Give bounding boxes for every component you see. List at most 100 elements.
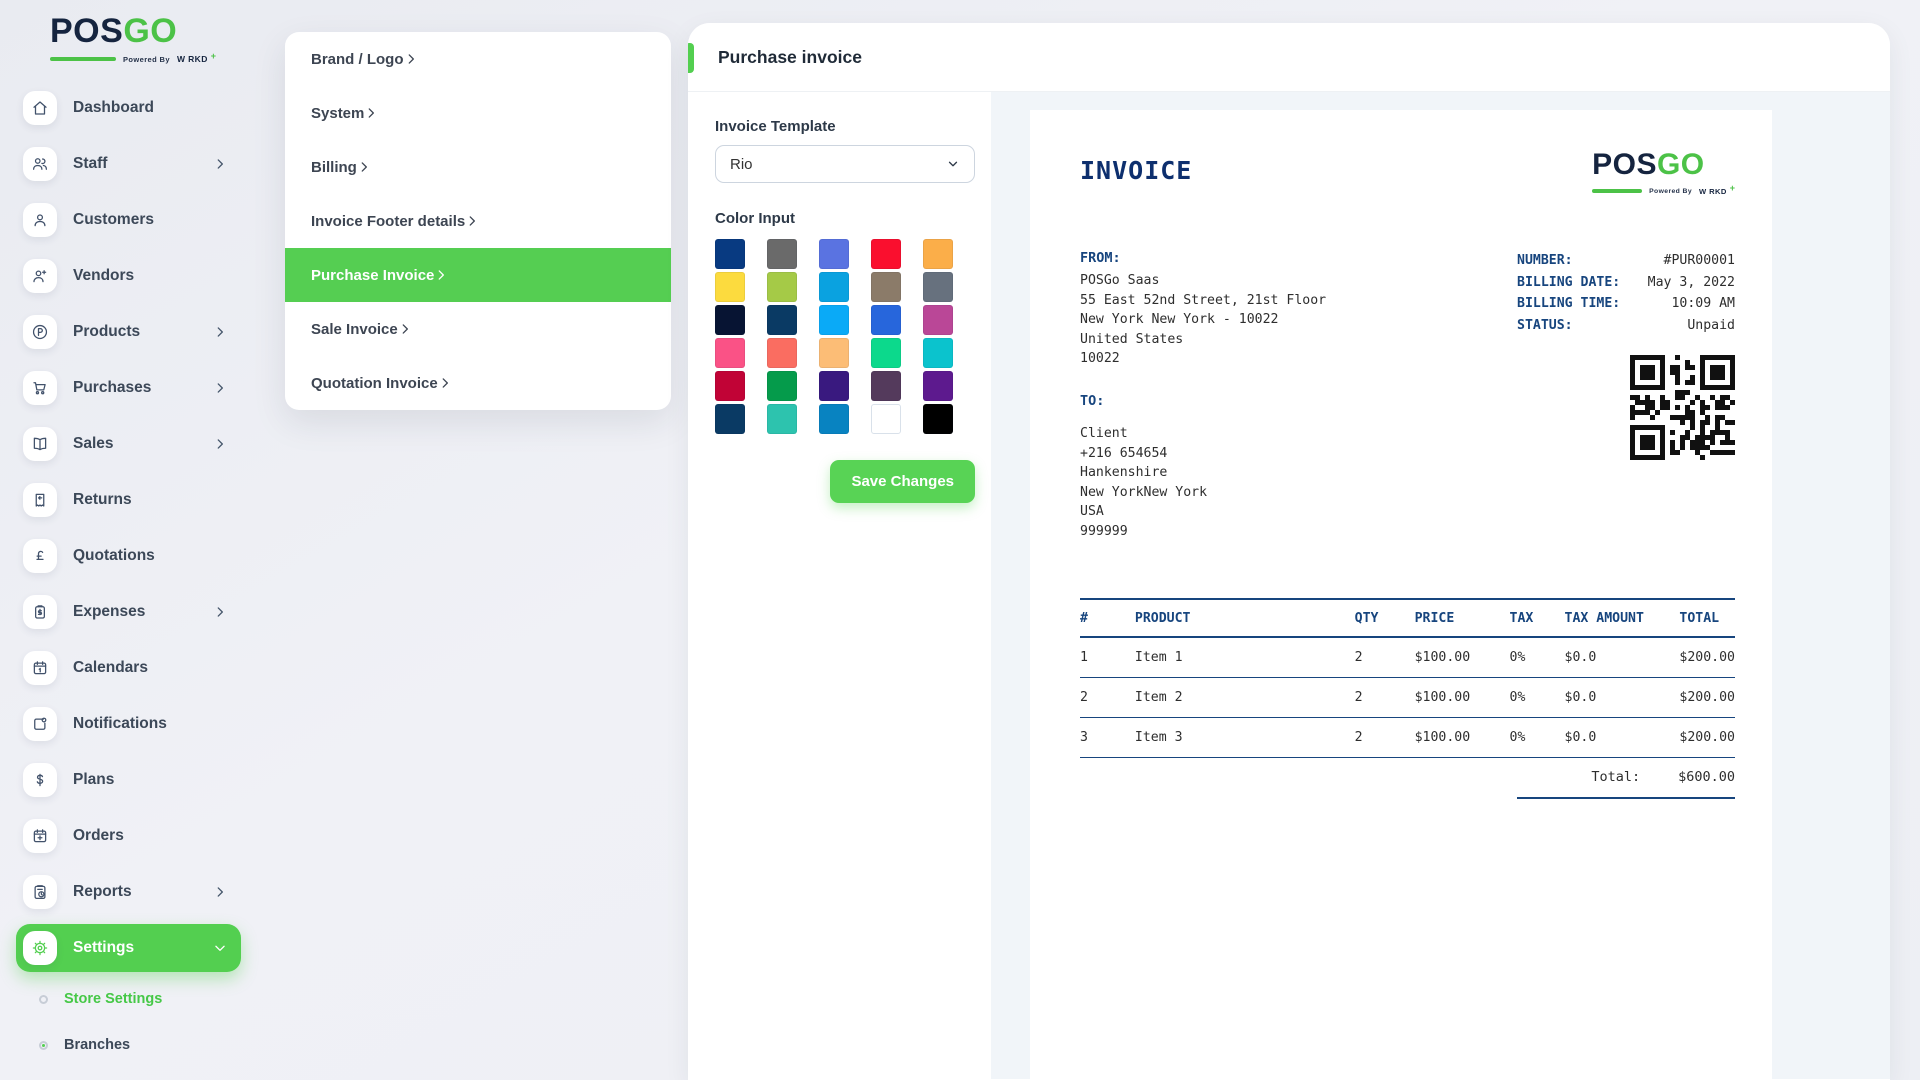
invoice-meta: NUMBER: #PUR00001BILLING DATE:May 3, 2022… bbox=[1517, 250, 1735, 542]
settings-menu-item-brand-logo[interactable]: Brand / Logo bbox=[285, 32, 671, 86]
table-row: 1Item 12$100.000%$0.0$200.00 bbox=[1080, 637, 1735, 678]
settings-menu-item-quotation-invoice[interactable]: Quotation Invoice bbox=[285, 356, 671, 410]
to-address: Client+216 654654HankenshireNew YorkNew … bbox=[1080, 424, 1326, 542]
logo-pos-text: POS bbox=[50, 12, 123, 50]
color-swatch-23[interactable] bbox=[871, 371, 901, 401]
sidebar-item-sales[interactable]: Sales bbox=[0, 416, 257, 472]
color-swatch-0[interactable] bbox=[715, 239, 745, 269]
address-line: United States bbox=[1080, 330, 1326, 350]
color-swatch-26[interactable] bbox=[767, 404, 797, 434]
app-logo-wordmark: POSGO bbox=[50, 14, 257, 48]
save-changes-button[interactable]: Save Changes bbox=[830, 460, 975, 503]
color-swatch-17[interactable] bbox=[819, 338, 849, 368]
sidebar-item-notifications[interactable]: Notifications bbox=[0, 696, 257, 752]
color-swatch-16[interactable] bbox=[767, 338, 797, 368]
sidebar-item-products[interactable]: Products bbox=[0, 304, 257, 360]
powered-by-text: Powered By bbox=[123, 55, 170, 64]
invoice-template-label: Invoice Template bbox=[715, 118, 975, 135]
from-address: POSGo Saas55 East 52nd Street, 21st Floo… bbox=[1080, 271, 1326, 369]
table-row: 2Item 22$100.000%$0.0$200.00 bbox=[1080, 677, 1735, 717]
color-swatch-29[interactable] bbox=[923, 404, 953, 434]
address-line: POSGo Saas bbox=[1080, 271, 1326, 291]
meta-value: #PUR00001 bbox=[1664, 250, 1735, 272]
settings-menu-item-sale-invoice[interactable]: Sale Invoice bbox=[285, 302, 671, 356]
users-icon bbox=[23, 147, 57, 181]
invoice-preview: INVOICE POSGO Powered By W RKD + bbox=[1030, 110, 1772, 1079]
sidebar-item-customers[interactable]: Customers bbox=[0, 192, 257, 248]
color-swatch-10[interactable] bbox=[715, 305, 745, 335]
color-swatch-21[interactable] bbox=[767, 371, 797, 401]
sidebar-subitem-store-settings[interactable]: Store Settings bbox=[0, 976, 257, 1022]
color-swatch-25[interactable] bbox=[715, 404, 745, 434]
sidebar-item-settings[interactable]: Settings bbox=[16, 924, 241, 972]
chevron-right-icon bbox=[213, 437, 227, 451]
color-swatch-5[interactable] bbox=[715, 272, 745, 302]
color-swatch-7[interactable] bbox=[819, 272, 849, 302]
book-icon bbox=[23, 427, 57, 461]
color-swatch-19[interactable] bbox=[923, 338, 953, 368]
color-swatch-9[interactable] bbox=[923, 272, 953, 302]
main-body: Invoice Template Rio Color Input Save Ch… bbox=[688, 92, 1890, 1079]
invoice-logo: POSGO Powered By W RKD + bbox=[1592, 150, 1735, 196]
sidebar-subitem-branches[interactable]: Branches bbox=[0, 1022, 257, 1068]
sidebar-item-orders[interactable]: Orders bbox=[0, 808, 257, 864]
sidebar-item-dashboard[interactable]: Dashboard bbox=[0, 80, 257, 136]
color-input-label: Color Input bbox=[715, 210, 975, 227]
settings-menu-item-system[interactable]: System bbox=[285, 86, 671, 140]
header-accent-bar bbox=[688, 43, 694, 73]
color-swatch-2[interactable] bbox=[819, 239, 849, 269]
sidebar-item-vendors[interactable]: Vendors bbox=[0, 248, 257, 304]
sidebar-item-reports[interactable]: Reports bbox=[0, 864, 257, 920]
dollar-icon bbox=[23, 763, 57, 797]
column-header: QTY bbox=[1355, 599, 1415, 637]
sidebar-item-returns[interactable]: Returns bbox=[0, 472, 257, 528]
settings-menu-item-purchase-invoice[interactable]: Purchase Invoice bbox=[285, 248, 671, 302]
sidebar-item-expenses[interactable]: Expenses bbox=[0, 584, 257, 640]
color-swatch-12[interactable] bbox=[819, 305, 849, 335]
color-swatch-27[interactable] bbox=[819, 404, 849, 434]
settings-menu-item-label: Quotation Invoice bbox=[311, 375, 438, 392]
color-swatch-3[interactable] bbox=[871, 239, 901, 269]
color-swatch-1[interactable] bbox=[767, 239, 797, 269]
color-swatch-6[interactable] bbox=[767, 272, 797, 302]
invoice-template-select[interactable]: Rio bbox=[715, 145, 975, 183]
sidebar-item-quotations[interactable]: Quotations bbox=[0, 528, 257, 584]
table-cell: $100.00 bbox=[1415, 717, 1510, 757]
meta-label: BILLING TIME: bbox=[1517, 293, 1620, 315]
meta-label: NUMBER: bbox=[1517, 250, 1573, 272]
sidebar-item-plans[interactable]: Plans bbox=[0, 752, 257, 808]
color-swatch-24[interactable] bbox=[923, 371, 953, 401]
invoice-meta-billing-date: BILLING DATE:May 3, 2022 bbox=[1517, 272, 1735, 294]
app-logo-tagline: Powered By W RKD + bbox=[50, 54, 257, 64]
color-swatch-22[interactable] bbox=[819, 371, 849, 401]
settings-menu-item-billing[interactable]: Billing bbox=[285, 140, 671, 194]
color-swatch-15[interactable] bbox=[715, 338, 745, 368]
settings-menu-item-label: System bbox=[311, 105, 364, 122]
pound-icon bbox=[23, 539, 57, 573]
color-swatch-11[interactable] bbox=[767, 305, 797, 335]
color-swatch-8[interactable] bbox=[871, 272, 901, 302]
meta-label: BILLING DATE: bbox=[1517, 272, 1620, 294]
sidebar-item-staff[interactable]: Staff bbox=[0, 136, 257, 192]
sidebar-item-label: Sales bbox=[73, 435, 114, 453]
maker-text: W RKD bbox=[177, 54, 208, 64]
color-swatch-20[interactable] bbox=[715, 371, 745, 401]
column-header: TOTAL bbox=[1679, 599, 1735, 637]
color-swatch-13[interactable] bbox=[871, 305, 901, 335]
sidebar-item-purchases[interactable]: Purchases bbox=[0, 360, 257, 416]
sidebar-item-label: Staff bbox=[73, 155, 107, 173]
color-swatch-14[interactable] bbox=[923, 305, 953, 335]
color-swatch-4[interactable] bbox=[923, 239, 953, 269]
table-cell: 2 bbox=[1080, 677, 1135, 717]
chevron-right-icon bbox=[213, 605, 227, 619]
sidebar-item-label: Quotations bbox=[73, 547, 155, 565]
chevron-down-icon bbox=[213, 941, 227, 955]
meta-value: 10:09 AM bbox=[1671, 293, 1735, 315]
settings-menu-item-label: Sale Invoice bbox=[311, 321, 398, 338]
color-swatch-28[interactable] bbox=[871, 404, 901, 434]
invoice-header: INVOICE POSGO Powered By W RKD + bbox=[1080, 150, 1735, 196]
sidebar-item-calendars[interactable]: Calendars bbox=[0, 640, 257, 696]
settings-menu-item-invoice-footer-details[interactable]: Invoice Footer details bbox=[285, 194, 671, 248]
qr-code-image bbox=[1517, 355, 1735, 460]
color-swatch-18[interactable] bbox=[871, 338, 901, 368]
